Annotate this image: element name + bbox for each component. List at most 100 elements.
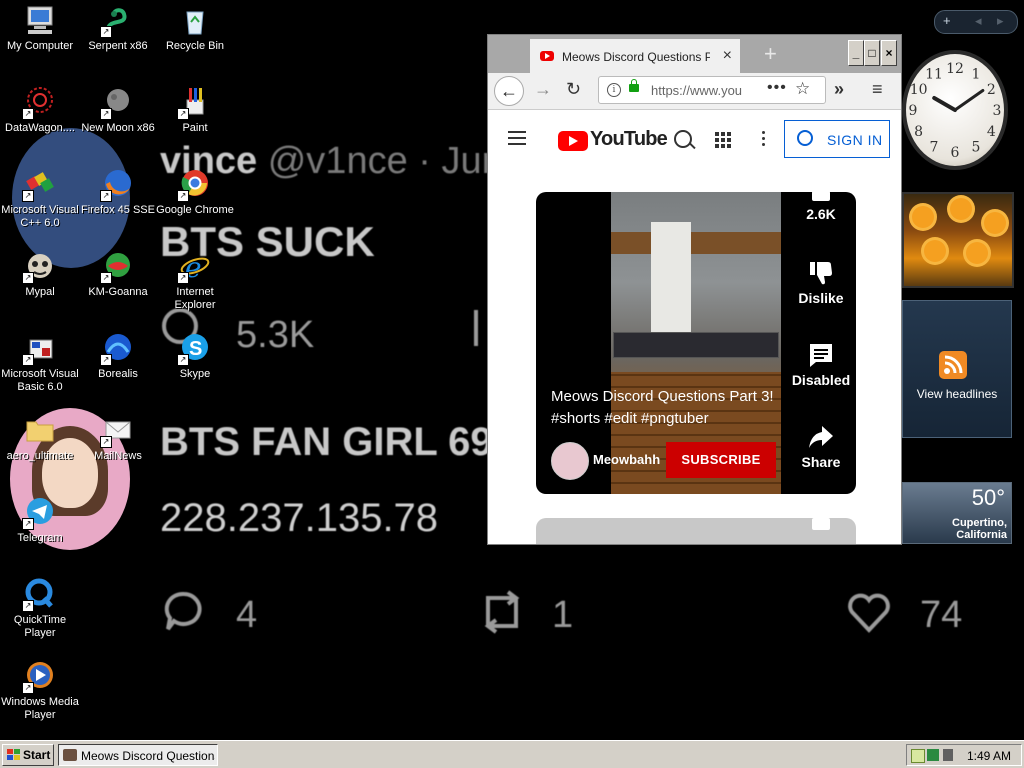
- clock-gadget[interactable]: 12 1 2 3 4 5 6 7 8 9 10 11: [900, 48, 1012, 174]
- desktop-icon-datawagon[interactable]: ↗ DataWagon....: [0, 86, 80, 135]
- view-headlines-link[interactable]: View headlines: [903, 387, 1011, 401]
- add-gadget-icon[interactable]: +: [943, 13, 951, 28]
- short-title[interactable]: Meows Discord Questions Part 3! #shorts …: [551, 386, 781, 430]
- desktop-icon-label: Windows Media Player: [1, 696, 79, 721]
- clock-number: 7: [930, 139, 939, 155]
- desktop-icon-recycle-bin[interactable]: Recycle Bin: [155, 4, 235, 53]
- desktop-icon-media-player[interactable]: ↗ Windows Media Player: [0, 660, 80, 722]
- desktop-icon-label: Recycle Bin: [165, 40, 225, 52]
- datawagon-icon: ↗: [22, 86, 56, 120]
- tray-network-icon[interactable]: [927, 749, 939, 761]
- desktop-icon-mailnews[interactable]: ↗ MailNews: [78, 414, 158, 463]
- system-tray: 1:49 AM: [906, 744, 1022, 766]
- desktop-icon-quicktime[interactable]: ↗ QuickTime Player: [0, 578, 80, 640]
- youtube-header: YouTube SIGN IN: [488, 110, 901, 168]
- address-bar[interactable]: i https://www.you ••• ☆: [598, 76, 826, 104]
- reload-button[interactable]: ↻: [566, 79, 581, 100]
- sign-in-button[interactable]: SIGN IN: [784, 120, 890, 158]
- clock-time[interactable]: 1:49 AM: [967, 749, 1011, 763]
- like-button[interactable]: 2.6K: [786, 192, 856, 222]
- desktop-icon-telegram[interactable]: ↗ Telegram: [0, 496, 80, 545]
- mail-icon: ↗: [100, 414, 134, 448]
- page-actions-button[interactable]: •••: [767, 79, 787, 97]
- guide-menu-icon[interactable]: [508, 131, 526, 145]
- more-options-icon[interactable]: [762, 131, 766, 147]
- wallpaper-tweet2-replies: 4: [236, 594, 258, 636]
- channel-avatar[interactable]: [551, 442, 589, 480]
- desktop-icon-aero-ultimate[interactable]: aero_ultimate: [0, 414, 80, 463]
- tab-close-button[interactable]: ×: [723, 47, 732, 65]
- weather-temperature: 50°: [971, 485, 1005, 510]
- desktop-icon-paint[interactable]: ↗ Paint: [155, 86, 235, 135]
- subscribe-button[interactable]: SUBSCRIBE: [666, 442, 776, 478]
- desktop-icon-serpent[interactable]: ↗ Serpent x86: [78, 4, 158, 53]
- desktop-icon-label: Microsoft Visual C++ 6.0: [1, 204, 79, 229]
- close-window-button[interactable]: ×: [881, 40, 897, 66]
- channel-name[interactable]: Meowbahh: [593, 452, 660, 467]
- media-player-icon: ↗: [22, 660, 56, 694]
- desktop-icon-chrome[interactable]: ↗ Google Chrome: [155, 168, 235, 217]
- slideshow-gadget[interactable]: [902, 192, 1014, 288]
- next-gadget-icon[interactable]: ▸: [997, 13, 1004, 29]
- navigation-toolbar: ← → ↻ i https://www.you ••• ☆ » ≡: [488, 73, 901, 110]
- bookmark-star-icon[interactable]: ☆: [795, 79, 810, 99]
- desktop-icon-label: Microsoft Visual Basic 6.0: [1, 368, 79, 393]
- svg-text:S: S: [189, 338, 202, 360]
- prev-gadget-icon[interactable]: ◂: [975, 13, 982, 29]
- desktop-icon-new-moon[interactable]: ↗ New Moon x86: [78, 86, 158, 135]
- next-short-card[interactable]: [536, 518, 856, 544]
- new-tab-button[interactable]: +: [764, 41, 777, 67]
- dislike-label: Dislike: [798, 290, 844, 306]
- overflow-chevron-icon[interactable]: »: [834, 79, 844, 100]
- maximize-button[interactable]: □: [864, 40, 880, 66]
- youtube-logo-text: YouTube: [590, 128, 668, 150]
- desktop-icon-visual-cpp[interactable]: ↗ Microsoft Visual C++ 6.0: [0, 168, 80, 230]
- lock-icon: [629, 79, 639, 92]
- short-video-card[interactable]: Meows Discord Questions Part 3! #shorts …: [536, 192, 856, 494]
- clock-numbers: 12 12 3 45678 9 1011: [909, 61, 1002, 161]
- desktop-icon-km-goanna[interactable]: ↗ KM-Goanna: [78, 250, 158, 299]
- minimize-button[interactable]: _: [848, 40, 864, 66]
- tab-title: Meows Discord Questions Part 3! #: [562, 50, 710, 64]
- clock-number: 8: [914, 124, 923, 140]
- desktop-icon-label: Google Chrome: [156, 204, 234, 216]
- like-icon: [812, 518, 830, 530]
- desktop-icon-label: Skype: [179, 368, 211, 380]
- forward-button[interactable]: →: [534, 79, 552, 100]
- comments-button[interactable]: Disabled: [786, 342, 856, 388]
- desktop-icon-label: Telegram: [17, 532, 63, 544]
- menu-hamburger-icon[interactable]: ≡: [872, 79, 883, 100]
- search-icon[interactable]: [674, 130, 692, 148]
- desktop-icon-visual-basic[interactable]: ↗ Microsoft Visual Basic 6.0: [0, 332, 80, 394]
- feed-headlines-gadget[interactable]: View headlines: [902, 300, 1012, 438]
- share-button[interactable]: Share: [786, 424, 856, 470]
- window-titlebar[interactable]: Meows Discord Questions Part 3! # × + _ …: [488, 35, 901, 73]
- clock-number: 9: [909, 103, 918, 119]
- desktop-icon-internet-explorer[interactable]: e ↗ Internet Explorer: [155, 250, 235, 312]
- desktop-icon-skype[interactable]: S ↗ Skype: [155, 332, 235, 381]
- site-info-icon[interactable]: i: [607, 83, 621, 97]
- desktop-icon-firefox[interactable]: ↗ Firefox 45 SSE: [78, 168, 158, 217]
- weather-city: Cupertino, California: [952, 517, 1007, 541]
- clock-number: 6: [951, 145, 960, 161]
- goanna-icon: ↗: [100, 250, 134, 284]
- sign-in-label: SIGN IN: [827, 132, 883, 148]
- video-chat-overlay: [613, 332, 779, 358]
- folder-icon: [24, 414, 56, 446]
- desktop-icon-label: Mypal: [25, 286, 55, 298]
- desktop-icon-borealis[interactable]: ↗ Borealis: [78, 332, 158, 381]
- dislike-button[interactable]: Dislike: [786, 260, 856, 306]
- youtube-page: YouTube SIGN IN Meows Discord Questions: [488, 110, 901, 544]
- url-text[interactable]: https://www.you: [651, 83, 751, 98]
- weather-gadget[interactable]: 50° Cupertino, California: [902, 482, 1012, 544]
- taskbar-window-button[interactable]: Meows Discord Questions...: [58, 744, 218, 766]
- browser-tab[interactable]: Meows Discord Questions Part 3! # ×: [530, 39, 740, 73]
- account-icon: [797, 130, 813, 146]
- tray-volume-icon[interactable]: [943, 749, 953, 761]
- desktop-icon-mypal[interactable]: ↗ Mypal: [0, 250, 80, 299]
- apps-grid-icon[interactable]: [715, 132, 731, 148]
- start-button[interactable]: Start: [2, 744, 54, 766]
- tray-notes-icon[interactable]: [911, 749, 925, 763]
- desktop-icon-my-computer[interactable]: My Computer: [0, 4, 80, 53]
- back-button[interactable]: ←: [494, 76, 524, 106]
